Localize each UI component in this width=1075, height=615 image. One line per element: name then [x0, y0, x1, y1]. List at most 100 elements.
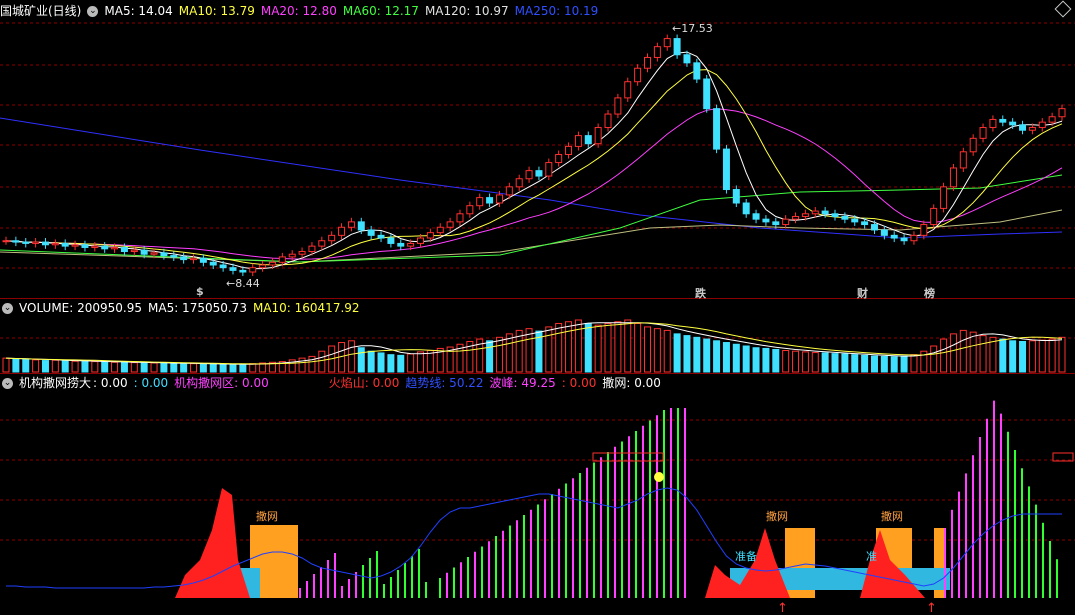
candle-body	[900, 237, 908, 242]
net-label-3: 撒网	[881, 510, 903, 523]
candle-body	[476, 197, 484, 207]
candle-body	[288, 253, 296, 258]
candle-body	[51, 242, 59, 246]
volume-bar	[495, 336, 503, 373]
volume-bar	[32, 359, 40, 373]
candle-body	[811, 210, 819, 215]
candle-body	[328, 234, 336, 242]
volume-bar	[900, 355, 908, 373]
volume-bar	[91, 361, 99, 373]
candle-body	[150, 252, 158, 255]
volume-bar	[969, 331, 977, 373]
candle-body	[22, 241, 30, 244]
candle-body	[278, 256, 286, 263]
candle-body	[979, 127, 987, 139]
candle-body	[130, 249, 138, 253]
event-marker-rank[interactable]: 榜	[924, 285, 935, 301]
event-marker-dollar[interactable]: $	[196, 285, 204, 298]
candle-body	[525, 170, 533, 180]
volume-bar	[574, 319, 582, 373]
buy-arrow-icon: ↑	[777, 601, 788, 615]
candle-body	[249, 267, 257, 273]
volume-bar	[61, 360, 69, 373]
candle-body	[930, 207, 938, 226]
volume-bar	[318, 350, 326, 373]
ready-label-1: 准备	[735, 550, 757, 563]
candle-body	[347, 221, 355, 228]
candle-body	[920, 224, 928, 236]
candle-body	[180, 256, 188, 261]
volume-bar	[870, 355, 878, 373]
volume-bar	[949, 333, 957, 373]
volume-bar	[831, 353, 839, 373]
candle-body	[861, 221, 869, 226]
candle-body	[851, 218, 859, 223]
volume-bar	[880, 355, 888, 373]
volume-bar	[861, 354, 869, 373]
candle-body	[535, 170, 543, 177]
volume-bar	[199, 363, 207, 373]
volume-bar	[762, 347, 770, 373]
volume-bar	[979, 335, 987, 373]
volume-bar	[693, 336, 701, 373]
volume-bar	[890, 356, 898, 373]
volume-bar	[387, 354, 395, 373]
volume-bar	[2, 357, 10, 373]
volume-bar	[851, 354, 859, 373]
net-label-1: 撒网	[256, 510, 278, 523]
candle-body	[318, 240, 326, 247]
volume-bar	[792, 350, 800, 373]
candle-body	[1038, 121, 1046, 129]
volume-bar	[298, 357, 306, 373]
volume-bar	[357, 347, 365, 373]
candle-body	[515, 178, 523, 188]
stock-chart[interactable]: ↑ ↑	[0, 0, 1075, 615]
candle-body	[259, 264, 267, 269]
high-price-label: ←17.53	[672, 22, 713, 35]
volume-bar	[959, 329, 967, 373]
volume-bar	[367, 350, 375, 373]
candle-body	[101, 245, 109, 250]
candle-body	[456, 213, 464, 223]
candle-body	[782, 218, 790, 226]
volume-bar	[782, 350, 790, 373]
candle-body	[801, 213, 809, 217]
volume-bar	[614, 321, 622, 373]
volume-bar	[209, 363, 217, 373]
candle-body	[624, 81, 632, 99]
volume-bar	[140, 362, 148, 373]
candle-body	[505, 186, 513, 196]
event-marker-wealth[interactable]: 财	[857, 285, 868, 301]
volume-bar	[841, 353, 849, 373]
candle-body	[1019, 124, 1027, 131]
volume-bar	[1009, 340, 1017, 373]
candle-body	[71, 244, 79, 247]
candle-body	[890, 234, 898, 239]
candle-body	[229, 267, 237, 271]
candle-body	[111, 246, 119, 250]
volume-bar	[703, 338, 711, 373]
candle-body	[555, 153, 563, 164]
ma60-line	[0, 174, 1063, 263]
volume-bar	[22, 359, 30, 373]
candle-body	[742, 202, 750, 215]
candle-body	[870, 224, 878, 231]
candle-body	[653, 46, 661, 58]
candle-body	[120, 246, 128, 253]
candle-body	[969, 137, 977, 153]
volume-bar	[417, 351, 425, 373]
volume-bar	[249, 363, 257, 373]
candle-body	[1048, 116, 1056, 123]
candle-body	[1028, 127, 1036, 131]
candle-body	[792, 215, 800, 220]
candle-body	[663, 38, 671, 48]
event-marker-fall[interactable]: 跌	[695, 285, 706, 301]
candle-body	[338, 226, 346, 236]
volume-bar	[505, 333, 513, 373]
candle-body	[772, 221, 780, 226]
candle-body	[61, 242, 69, 247]
candle-body	[387, 237, 395, 244]
candle-body	[545, 162, 553, 177]
volume-bar	[120, 361, 128, 373]
volume-bar	[51, 359, 59, 373]
